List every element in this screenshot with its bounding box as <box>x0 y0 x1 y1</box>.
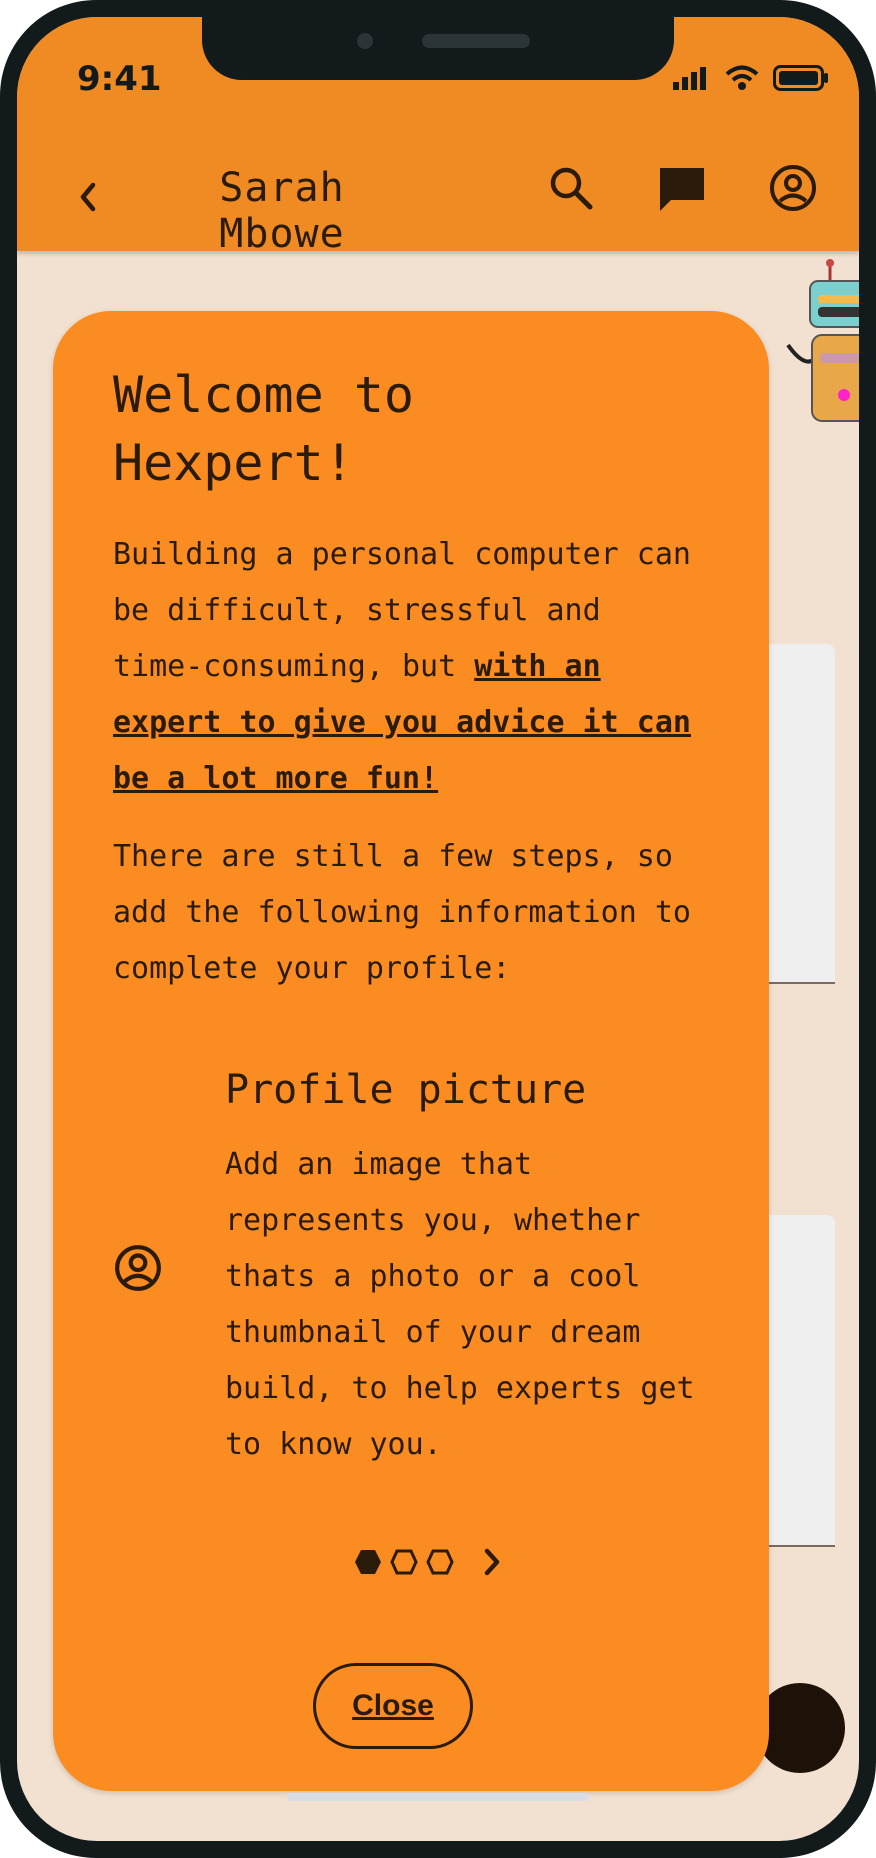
status-icons <box>671 65 829 91</box>
battery-icon <box>773 65 828 91</box>
welcome-dialog: Welcome to Hexpert! Building a personal … <box>53 311 769 1791</box>
phone-frame: 9:41 Sarah Mbowe Welcome to Hexpert! Bui… <box>0 0 876 1858</box>
app-bar: 9:41 Sarah Mbowe <box>17 17 859 257</box>
pager <box>353 1545 509 1579</box>
camera-dot <box>357 33 373 49</box>
dialog-steps-text: There are still a few steps, so add the … <box>113 839 691 986</box>
dialog-intro: Building a personal computer can be diff… <box>113 527 703 807</box>
intro-text: Building a personal computer can be diff… <box>113 537 691 684</box>
signal-icon <box>673 67 706 90</box>
robot-mascot-icon <box>786 259 859 422</box>
page-indicator[interactable] <box>389 1547 419 1577</box>
app-bar-actions <box>547 164 817 214</box>
feature-description: Add an image that represents you, whethe… <box>225 1147 695 1462</box>
status-time: 9:41 <box>77 59 162 99</box>
home-indicator[interactable] <box>287 1793 589 1801</box>
close-button[interactable]: Close <box>313 1663 473 1749</box>
account-circle-icon <box>115 1245 161 1291</box>
chat-icon[interactable] <box>657 164 707 214</box>
speaker-grille <box>422 34 530 48</box>
app-screen: 9:41 Sarah Mbowe Welcome to Hexpert! Bui… <box>17 17 859 1841</box>
page-title: Sarah Mbowe <box>219 165 345 257</box>
page-indicator[interactable] <box>425 1547 455 1577</box>
account-circle-icon[interactable] <box>769 164 817 212</box>
phone-notch <box>202 17 674 80</box>
wifi-icon <box>725 65 759 90</box>
back-chevron-icon[interactable] <box>77 181 99 213</box>
feature-title: Profile picture <box>225 1067 587 1113</box>
dialog-title: Welcome to Hexpert! <box>113 366 415 492</box>
next-chevron-icon[interactable] <box>469 1545 509 1579</box>
page-indicator-active[interactable] <box>353 1547 383 1577</box>
search-icon[interactable] <box>547 164 595 212</box>
